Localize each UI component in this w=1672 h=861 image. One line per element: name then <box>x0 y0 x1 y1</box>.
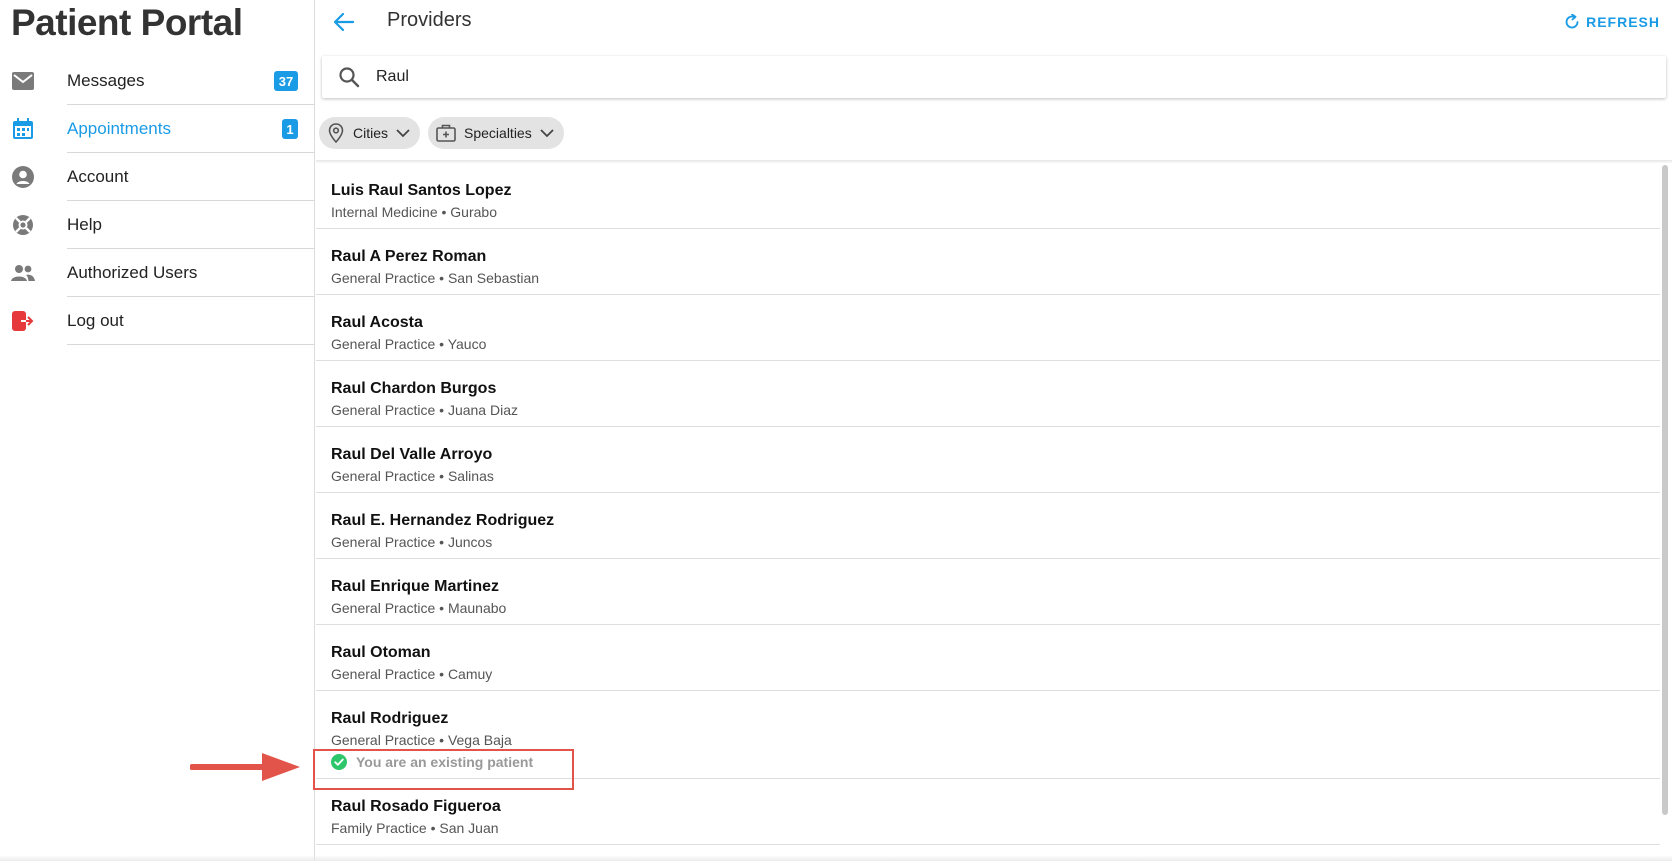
page-header: Providers REFRESH <box>316 0 1672 44</box>
filter-chips: Cities Specialties <box>319 117 564 149</box>
provider-row[interactable]: Raul Otoman General Practice • Camuy <box>316 625 1660 691</box>
sidebar-item-authorized-users[interactable]: Authorized Users <box>0 249 315 297</box>
chevron-down-icon <box>396 128 410 137</box>
cities-filter-chip[interactable]: Cities <box>319 117 421 149</box>
provider-name: Raul E. Hernandez Rodriguez <box>331 512 555 529</box>
specialties-filter-chip[interactable]: Specialties <box>428 117 564 149</box>
provider-name: Raul Enrique Martinez <box>331 578 500 595</box>
list-scrollbar[interactable] <box>1662 165 1668 815</box>
refresh-button[interactable]: REFRESH <box>1564 10 1660 34</box>
sidebar-item-account[interactable]: Account <box>0 153 315 201</box>
provider-name: Raul Chardon Burgos <box>331 380 497 397</box>
sidebar-item-logout[interactable]: Log out <box>0 297 315 345</box>
logout-icon <box>11 309 35 333</box>
page-title: Providers <box>387 9 472 31</box>
provider-detail: Internal Medicine • Gurabo <box>331 204 497 220</box>
specialties-filter-label: Specialties <box>464 125 532 141</box>
annotation-highlight-box <box>313 749 574 790</box>
provider-name: Raul A Perez Roman <box>331 248 487 265</box>
app-title: Patient Portal <box>11 2 243 43</box>
provider-detail: General Practice • Juana Diaz <box>331 402 518 418</box>
users-icon <box>11 261 35 285</box>
provider-row[interactable]: Raul Acosta General Practice • Yauco <box>316 295 1660 361</box>
sidebar-nav: Messages 37 Appointments 1 Account Help <box>0 57 315 345</box>
account-icon <box>11 165 35 189</box>
unread-badge: 37 <box>274 71 298 91</box>
search-bar <box>322 56 1666 98</box>
mail-icon <box>11 69 35 93</box>
calendar-icon <box>11 117 35 141</box>
sidebar-item-label: Messages <box>67 71 145 90</box>
sidebar-item-help[interactable]: Help <box>0 201 315 249</box>
sidebar-item-label: Account <box>67 167 129 186</box>
provider-detail: General Practice • Salinas <box>331 468 494 484</box>
cities-filter-label: Cities <box>353 125 389 141</box>
sidebar: Patient Portal Messages 37 Appointments … <box>0 0 315 861</box>
provider-detail: Family Practice • San Juan <box>331 820 499 836</box>
provider-name: Raul Otoman <box>331 644 431 661</box>
provider-detail: General Practice • San Sebastian <box>331 270 540 286</box>
provider-detail: General Practice • Vega Baja <box>331 732 512 748</box>
sidebar-item-messages[interactable]: Messages 37 <box>0 57 315 105</box>
provider-name: Raul Acosta <box>331 314 423 331</box>
medical-kit-icon <box>436 124 456 142</box>
provider-detail: General Practice • Maunabo <box>331 600 507 616</box>
annotation-arrow-icon <box>190 753 300 781</box>
provider-row[interactable]: Raul Chardon Burgos General Practice • J… <box>316 361 1660 427</box>
provider-detail: General Practice • Yauco <box>331 336 487 352</box>
provider-name: Raul Del Valle Arroyo <box>331 446 493 463</box>
provider-row[interactable]: Luis Raul Santos Lopez Internal Medicine… <box>316 163 1660 229</box>
sidebar-item-label: Help <box>67 215 102 234</box>
sidebar-item-label: Appointments <box>67 119 171 138</box>
sidebar-item-appointments[interactable]: Appointments 1 <box>0 105 315 153</box>
provider-row[interactable]: Raul Enrique Martinez General Practice •… <box>316 559 1660 625</box>
provider-name: Luis Raul Santos Lopez <box>331 182 512 199</box>
provider-detail: General Practice • Juncos <box>331 534 493 550</box>
arrow-left-icon <box>334 13 354 31</box>
divider <box>67 344 315 345</box>
refresh-label: REFRESH <box>1586 14 1660 30</box>
provider-row[interactable]: Raul A Perez Roman General Practice • Sa… <box>316 229 1660 295</box>
lifebuoy-icon <box>11 213 35 237</box>
provider-row[interactable]: Raul E. Hernandez Rodriguez General Prac… <box>316 493 1660 559</box>
back-button[interactable] <box>330 8 358 36</box>
sidebar-item-label: Log out <box>67 311 124 330</box>
location-pin-icon <box>328 123 344 143</box>
appointments-badge: 1 <box>282 119 298 139</box>
search-icon <box>339 67 360 88</box>
provider-detail: General Practice • Camuy <box>331 666 493 682</box>
sidebar-item-label: Authorized Users <box>67 263 198 282</box>
provider-row[interactable]: Raul Del Valle Arroyo General Practice •… <box>316 427 1660 493</box>
provider-name: Raul Rodriguez <box>331 710 449 727</box>
chevron-down-icon <box>540 128 554 137</box>
search-input[interactable] <box>376 62 1646 92</box>
refresh-icon <box>1565 14 1579 29</box>
provider-name: Raul Rosado Figueroa <box>331 798 501 815</box>
bottom-shade <box>0 855 1672 861</box>
